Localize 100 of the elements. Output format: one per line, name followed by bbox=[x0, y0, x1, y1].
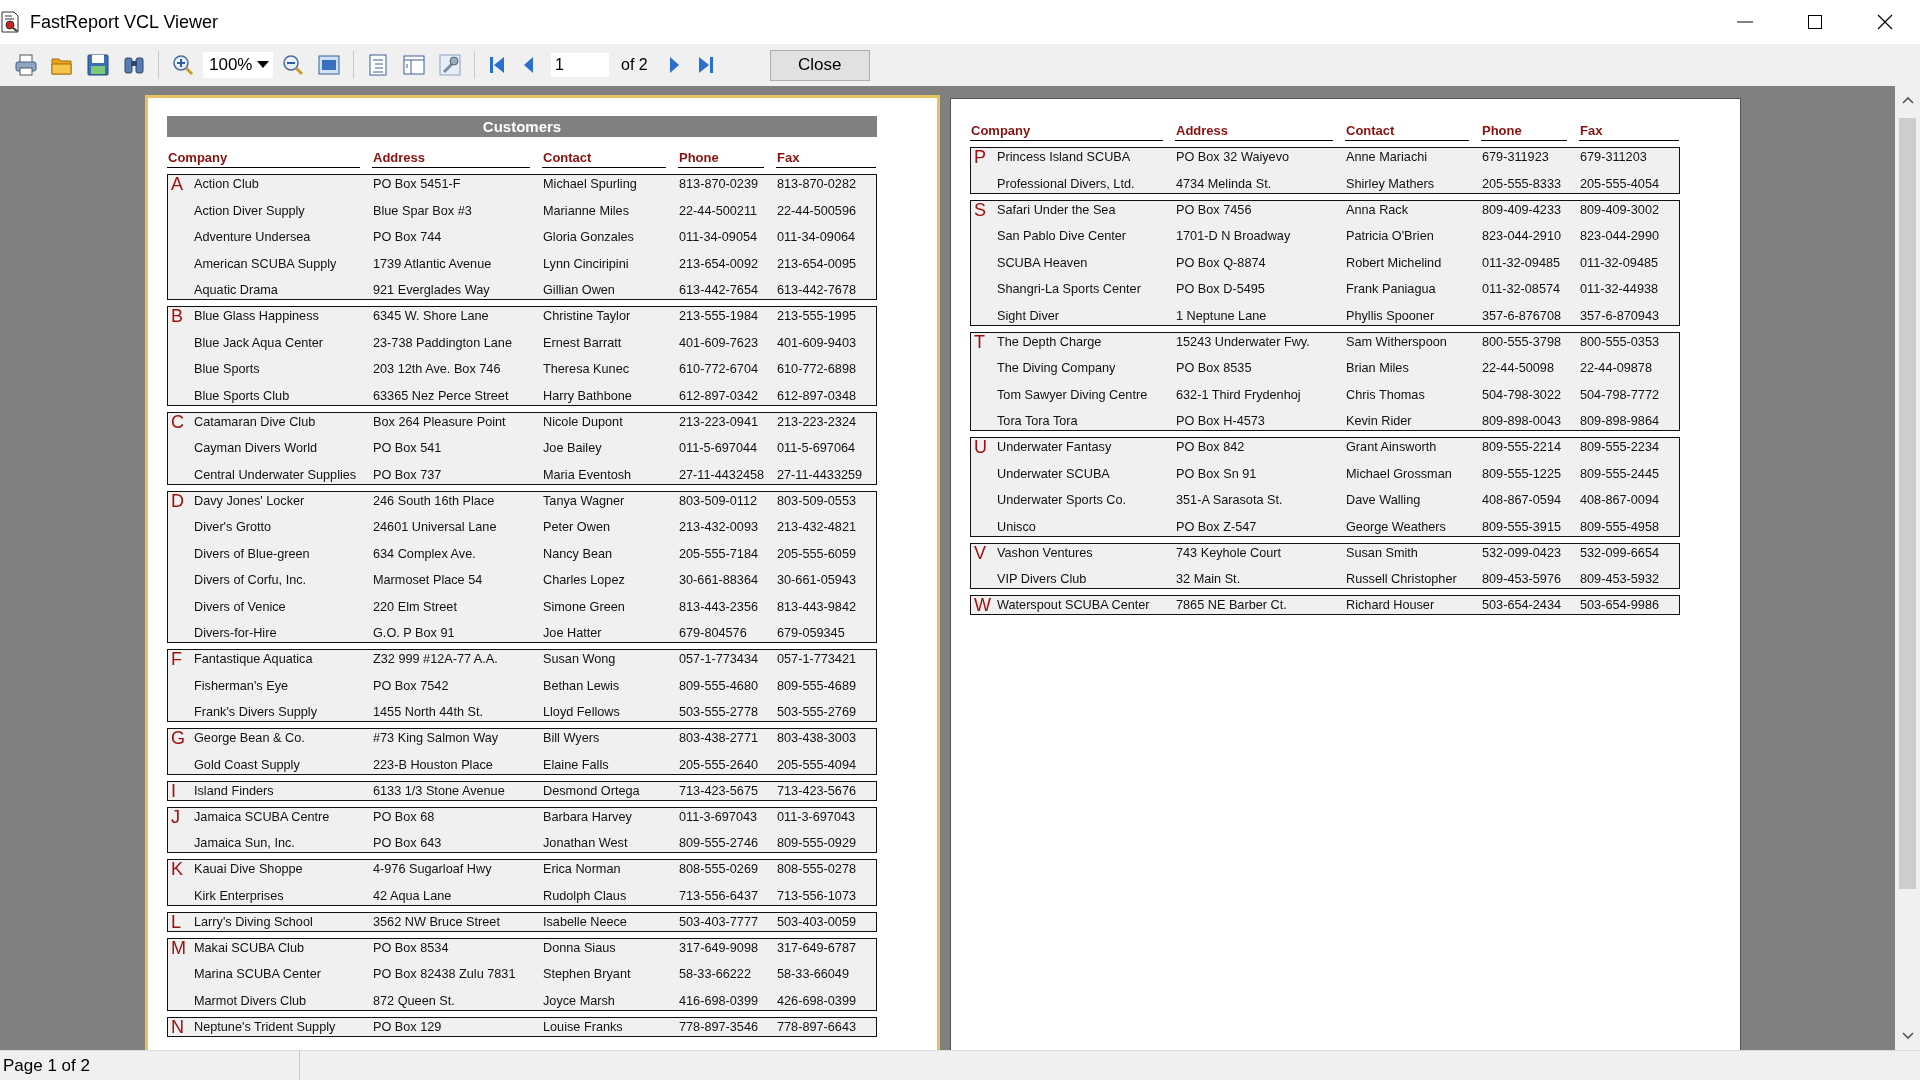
group-letter: F bbox=[170, 650, 182, 668]
table-cell-text: Chris Thomas bbox=[1346, 386, 1425, 404]
table-cell-text: 872 Queen St. bbox=[373, 992, 455, 1010]
close-button[interactable]: Close bbox=[769, 49, 870, 81]
table-cell-text: Jamaica Sun, Inc. bbox=[194, 835, 295, 852]
table-cell-text: 634 Complex Ave. bbox=[373, 545, 476, 563]
table-cell-text: 223-B Houston Place bbox=[373, 756, 493, 774]
zoom-dropdown[interactable]: 100% bbox=[203, 52, 273, 78]
table-cell-text: Michael Spurling bbox=[543, 176, 637, 193]
table-cell-text: 743 Keyhole Court bbox=[1176, 544, 1282, 562]
zoom-in-icon[interactable] bbox=[171, 53, 195, 77]
table-cell-text: 205-555-7184 bbox=[679, 545, 758, 563]
table-cell-text: Island Finders bbox=[194, 782, 274, 800]
table-cell-text: 632-1 Third Frydenhoj bbox=[1176, 386, 1301, 404]
table-cell-text: 803-509-0112 bbox=[679, 492, 758, 510]
table-cell-text: 503-654-9986 bbox=[1580, 597, 1659, 614]
table-cell-text: PO Box 643 bbox=[373, 835, 442, 852]
table-cell-text: PO Box 842 bbox=[1176, 439, 1245, 456]
table-cell-text: PO Box 8534 bbox=[373, 939, 449, 957]
column-header: Phone bbox=[1481, 120, 1567, 141]
table-cell-text: 011-34-09064 bbox=[777, 229, 856, 246]
table-cell-text: 4-976 Sugarloaf Hwy bbox=[373, 861, 492, 878]
window-title: FastReport VCL Viewer bbox=[30, 11, 220, 33]
table-cell-text: Larry's Diving School bbox=[194, 913, 313, 931]
table-cell-text: 803-438-3003 bbox=[777, 730, 856, 747]
table-cell-text: 317-649-6787 bbox=[777, 939, 856, 957]
printer-icon[interactable] bbox=[14, 53, 38, 77]
table-cell-text: 803-509-0553 bbox=[777, 492, 856, 510]
thumbnails-icon[interactable] bbox=[402, 53, 426, 77]
table-cell-text: 809-555-4958 bbox=[1580, 518, 1659, 536]
table-cell-text: Joe Bailey bbox=[543, 440, 602, 457]
table-cell-text: 778-897-6643 bbox=[777, 1018, 856, 1036]
table-cell-text: PO Box 7542 bbox=[373, 677, 449, 695]
outline-icon[interactable] bbox=[366, 53, 390, 77]
table-cell-text: PO Box Sn 91 bbox=[1176, 465, 1257, 483]
table-cell-text: Jamaica SCUBA Centre bbox=[194, 808, 330, 826]
group-letter: D bbox=[170, 491, 184, 510]
table-cell-text: 679-059345 bbox=[777, 625, 845, 642]
table-cell-text: 317-649-9098 bbox=[679, 939, 758, 957]
table-cell-text: 15243 Underwater Fwy. bbox=[1176, 333, 1310, 351]
table-cell-text: 057-1-773434 bbox=[679, 651, 758, 668]
table-cell-text: Russell Christopher bbox=[1346, 571, 1457, 588]
first-page-icon[interactable] bbox=[487, 54, 507, 76]
table-cell-text: Shangri-La Sports Center bbox=[997, 281, 1141, 298]
table-cell-text: Grant Ainsworth bbox=[1346, 439, 1437, 456]
table-cell-text: 22-44-50098 bbox=[1482, 360, 1554, 377]
table-cell-text: 011-32-09485 bbox=[1580, 254, 1659, 272]
table-cell-text: Rudolph Claus bbox=[543, 887, 627, 905]
page-number-field[interactable]: 1 bbox=[551, 53, 609, 77]
table-cell-text: Davy Jones' Locker bbox=[194, 492, 305, 510]
table-cell-text: 809-555-2214 bbox=[1482, 439, 1561, 456]
table-cell-text: 1455 North 44th St. bbox=[373, 704, 484, 721]
table-cell-text: SCUBA Heaven bbox=[997, 254, 1088, 272]
group-letter: N bbox=[170, 1017, 184, 1036]
table-cell-text: Princess Island SCUBA bbox=[997, 149, 1131, 166]
table-cell-text: 205-555-2640 bbox=[679, 756, 758, 774]
table-cell-text: The Depth Charge bbox=[997, 333, 1102, 351]
table-cell-text: 809-898-0043 bbox=[1482, 413, 1561, 430]
table-cell-text: Kauai Dive Shoppe bbox=[194, 861, 303, 878]
table-cell-text: Stephen Bryant bbox=[543, 966, 631, 983]
group-letter: I bbox=[170, 781, 176, 800]
table-cell-text: Lloyd Fellows bbox=[543, 704, 620, 721]
column-header: Company bbox=[970, 120, 1163, 141]
table-cell-text: Charles Lopez bbox=[543, 572, 625, 589]
table-cell-text: Fisherman's Eye bbox=[194, 677, 289, 695]
table-cell-text: Susan Wong bbox=[543, 651, 616, 668]
table-cell-text: Robert Michelind bbox=[1346, 254, 1442, 272]
scrollbar-thumb[interactable] bbox=[1899, 118, 1916, 889]
table-cell-text: Blue Glass Happiness bbox=[194, 308, 319, 325]
table-cell-text: Desmond Ortega bbox=[543, 782, 640, 800]
table-cell-text: 921 Everglades Way bbox=[373, 282, 490, 299]
column-header: Address bbox=[1175, 120, 1333, 141]
table-cell-text: The Diving Company bbox=[997, 360, 1116, 377]
close-window-button[interactable] bbox=[1876, 13, 1894, 31]
table-cell-text: 6345 W. Shore Lane bbox=[373, 308, 489, 325]
column-header: Address bbox=[372, 147, 530, 168]
column-header: Contact bbox=[542, 147, 666, 168]
page-width-icon[interactable] bbox=[317, 53, 341, 77]
table-cell-text: Action Club bbox=[194, 176, 259, 193]
table-cell-text: 612-897-0348 bbox=[777, 387, 856, 405]
table-cell-text: 813-870-0282 bbox=[777, 176, 856, 193]
table-cell-text: PO Box 8535 bbox=[1176, 360, 1252, 377]
table-cell-text: Divers of Venice bbox=[194, 598, 286, 616]
table-cell-text: Professional Divers, Ltd. bbox=[997, 175, 1135, 193]
table-cell-text: 30-661-88364 bbox=[679, 572, 758, 589]
table-cell-text: 778-897-3546 bbox=[679, 1018, 758, 1036]
table-cell-text: 809-555-4680 bbox=[679, 677, 758, 695]
table-cell-text: 713-556-1073 bbox=[777, 887, 856, 905]
zoom-out-icon[interactable] bbox=[281, 53, 305, 77]
table-cell-text: Gold Coast Supply bbox=[194, 756, 300, 774]
table-cell-text: Nancy Bean bbox=[543, 545, 613, 563]
table-cell-text: 213-223-2324 bbox=[777, 413, 856, 431]
table-cell-text: Aquatic Drama bbox=[194, 282, 278, 299]
table-cell-text: 213-432-4821 bbox=[777, 519, 856, 536]
maximize-button[interactable] bbox=[1806, 13, 1824, 31]
table-cell-text: 011-5-697064 bbox=[777, 440, 856, 457]
table-cell-text: Cayman Divers World bbox=[194, 440, 318, 457]
table-cell-text: Barbara Harvey bbox=[543, 808, 632, 826]
group-letter: S bbox=[973, 200, 986, 219]
table-cell-text: 22-44-500211 bbox=[679, 202, 758, 220]
